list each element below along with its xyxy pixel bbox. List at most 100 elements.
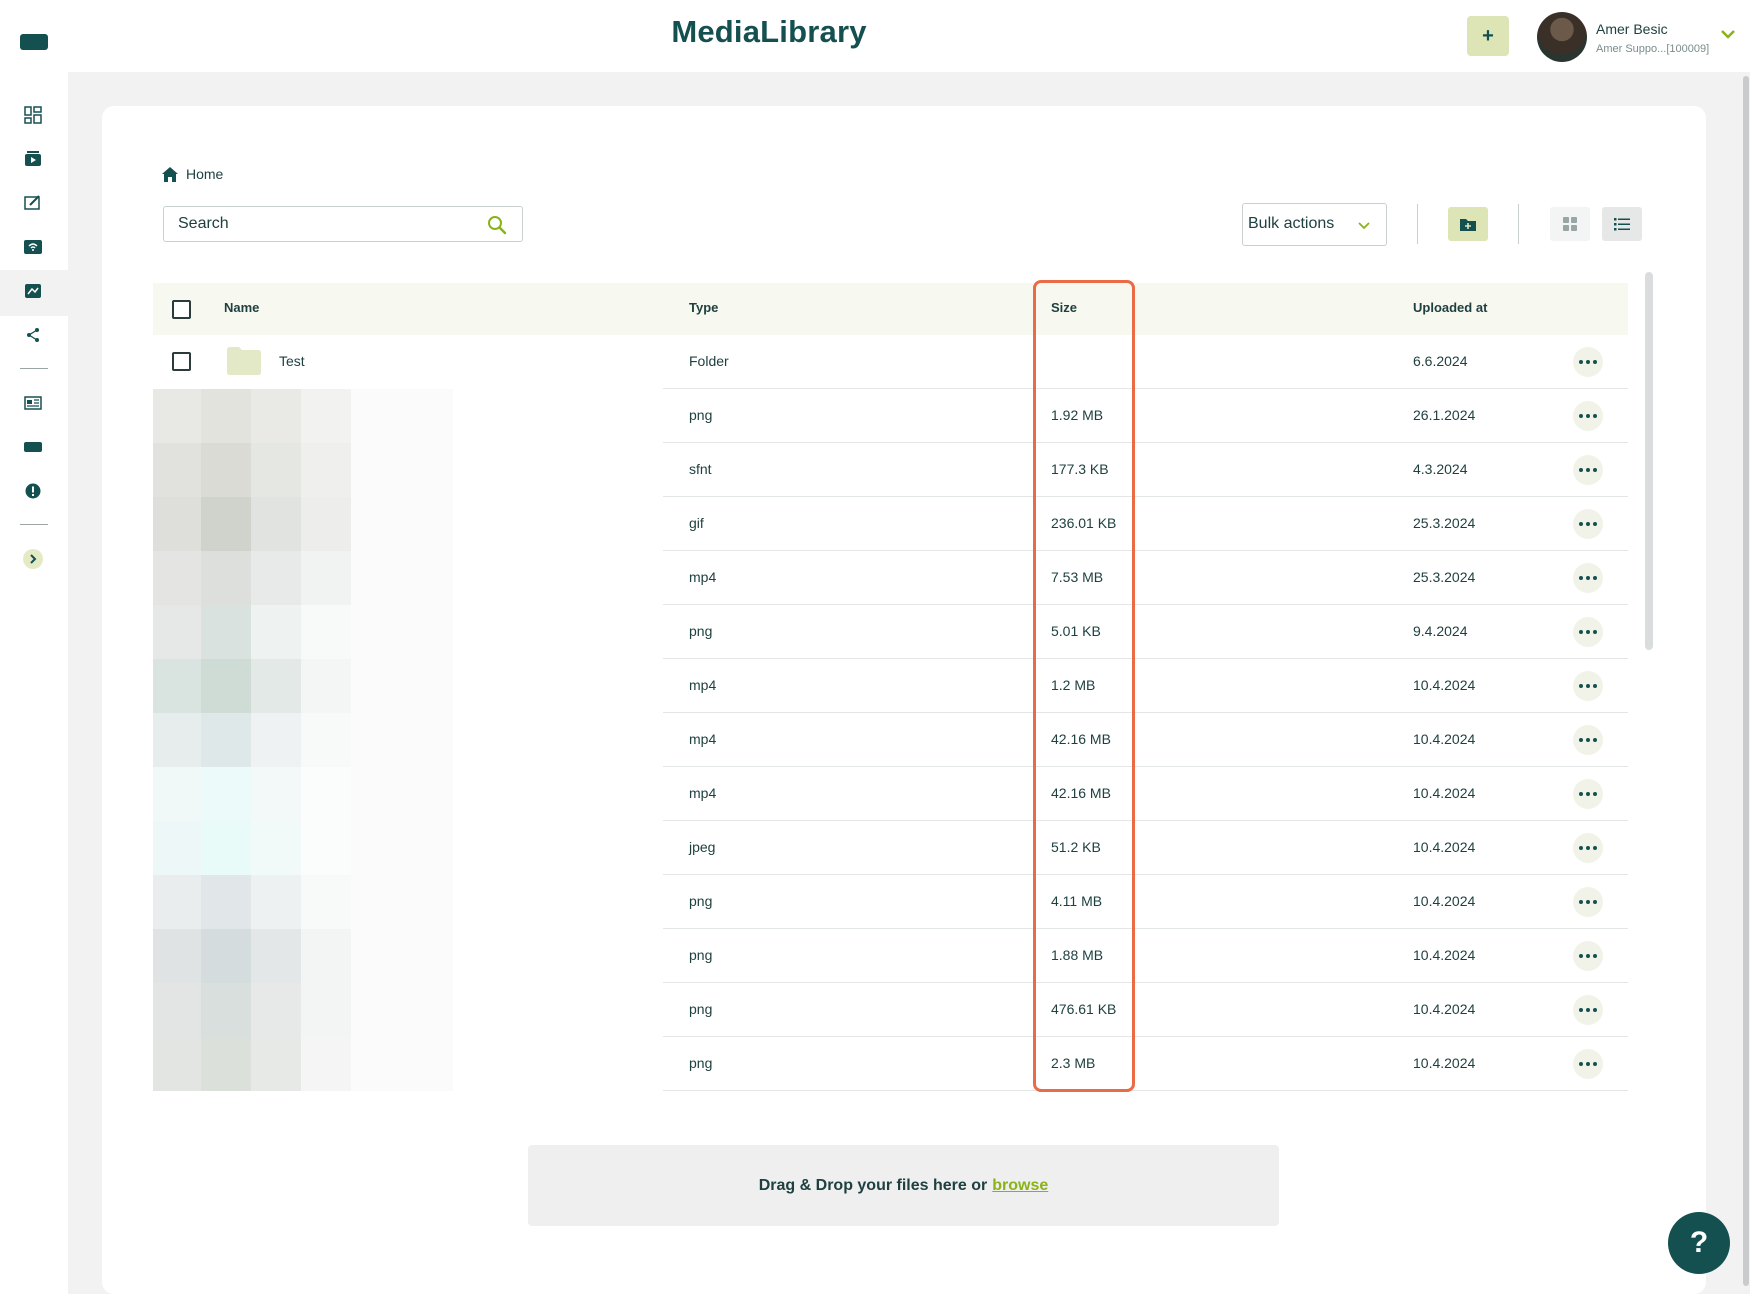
table-row[interactable]: jpeg 51.2 KB 10.4.2024 — [153, 821, 1628, 875]
file-thumbnail[interactable] — [153, 767, 663, 821]
more-options-button[interactable] — [1573, 347, 1603, 377]
more-options-button[interactable] — [1573, 671, 1603, 701]
table-row[interactable]: mp4 42.16 MB 10.4.2024 — [153, 767, 1628, 821]
more-dot-icon — [1586, 684, 1590, 688]
more-dot-icon — [1579, 522, 1583, 526]
alert-icon[interactable] — [20, 480, 46, 502]
search-input[interactable] — [178, 213, 478, 235]
table-row[interactable]: png 4.11 MB 10.4.2024 — [153, 875, 1628, 929]
news-icon[interactable] — [20, 392, 46, 414]
file-uploaded-at: 10.4.2024 — [1413, 677, 1476, 693]
file-thumbnail[interactable] — [153, 1037, 663, 1091]
grid-icon — [1563, 217, 1577, 231]
table-row[interactable]: png 2.3 MB 10.4.2024 — [153, 1037, 1628, 1091]
table-row[interactable]: mp4 7.53 MB 25.3.2024 — [153, 551, 1628, 605]
add-button[interactable]: + — [1467, 16, 1509, 56]
file-thumbnail[interactable] — [153, 983, 663, 1037]
more-dot-icon — [1586, 630, 1590, 634]
file-uploaded-at: 25.3.2024 — [1413, 515, 1476, 531]
file-thumbnail[interactable] — [153, 551, 663, 605]
file-thumbnail[interactable] — [153, 659, 663, 713]
file-name[interactable]: Test — [279, 353, 305, 369]
browse-link[interactable]: browse — [992, 1177, 1048, 1195]
table-row[interactable]: png 1.88 MB 10.4.2024 — [153, 929, 1628, 983]
file-uploaded-at: 10.4.2024 — [1413, 731, 1476, 747]
table-row[interactable]: png 5.01 KB 9.4.2024 — [153, 605, 1628, 659]
more-dot-icon — [1579, 360, 1583, 364]
table-row[interactable]: mp4 42.16 MB 10.4.2024 — [153, 713, 1628, 767]
table-row[interactable]: sfnt 177.3 KB 4.3.2024 — [153, 443, 1628, 497]
column-header-uploaded-at[interactable]: Uploaded at — [1413, 300, 1487, 315]
file-type: Folder — [689, 353, 729, 369]
table-row[interactable]: Test Folder 6.6.2024 — [153, 335, 1628, 389]
file-type: sfnt — [689, 461, 712, 477]
more-options-button[interactable] — [1573, 455, 1603, 485]
table-scrollbar[interactable] — [1645, 272, 1653, 650]
more-options-button[interactable] — [1573, 941, 1603, 971]
user-name[interactable]: Amer Besic — [1596, 21, 1668, 37]
more-dot-icon — [1586, 1008, 1590, 1012]
page-scrollbar[interactable] — [1743, 76, 1749, 1286]
more-dot-icon — [1586, 900, 1590, 904]
select-all-checkbox[interactable] — [172, 300, 191, 319]
file-uploaded-at: 9.4.2024 — [1413, 623, 1468, 639]
search-box[interactable] — [163, 206, 523, 242]
more-options-button[interactable] — [1573, 725, 1603, 755]
broadcast-icon[interactable] — [20, 236, 46, 258]
column-header-name[interactable]: Name — [224, 300, 259, 315]
more-dot-icon — [1593, 468, 1597, 472]
table-row[interactable]: gif 236.01 KB 25.3.2024 — [153, 497, 1628, 551]
media-player-icon[interactable] — [20, 148, 46, 170]
more-options-button[interactable] — [1573, 887, 1603, 917]
more-dot-icon — [1593, 846, 1597, 850]
search-icon[interactable] — [487, 215, 507, 235]
avatar[interactable] — [1537, 12, 1587, 62]
file-thumbnail[interactable] — [153, 821, 663, 875]
expand-icon[interactable] — [20, 548, 46, 570]
grid-view-button[interactable] — [1550, 207, 1590, 241]
media-library-icon[interactable] — [20, 280, 46, 302]
file-thumbnail[interactable] — [153, 497, 663, 551]
breadcrumb-home[interactable]: Home — [186, 166, 223, 182]
breadcrumb[interactable]: Home — [162, 166, 223, 182]
table-header: Name Type Size Uploaded at — [153, 283, 1628, 335]
upload-dropzone[interactable]: Drag & Drop your files here or browse — [528, 1145, 1279, 1226]
list-view-button[interactable] — [1602, 207, 1642, 241]
more-options-button[interactable] — [1573, 833, 1603, 863]
column-header-size[interactable]: Size — [1051, 300, 1077, 315]
more-options-button[interactable] — [1573, 401, 1603, 431]
more-dot-icon — [1593, 900, 1597, 904]
help-button[interactable]: ? — [1668, 1212, 1730, 1274]
more-options-button[interactable] — [1573, 1049, 1603, 1079]
more-options-button[interactable] — [1573, 779, 1603, 809]
file-thumbnail[interactable] — [153, 875, 663, 929]
display-icon[interactable] — [20, 436, 46, 458]
file-thumbnail[interactable] — [153, 443, 663, 497]
file-thumbnail[interactable] — [153, 929, 663, 983]
more-options-button[interactable] — [1573, 617, 1603, 647]
more-dot-icon — [1579, 792, 1583, 796]
column-header-type[interactable]: Type — [689, 300, 718, 315]
edit-screen-icon[interactable] — [20, 192, 46, 214]
file-thumbnail[interactable] — [153, 605, 663, 659]
more-options-button[interactable] — [1573, 995, 1603, 1025]
more-dot-icon — [1586, 360, 1590, 364]
share-icon[interactable] — [20, 324, 46, 346]
table-row[interactable]: mp4 1.2 MB 10.4.2024 — [153, 659, 1628, 713]
more-options-button[interactable] — [1573, 509, 1603, 539]
dashboard-icon[interactable] — [20, 104, 46, 126]
bulk-actions-select[interactable]: Bulk actions — [1242, 203, 1387, 246]
chevron-down-icon[interactable] — [1720, 26, 1736, 42]
more-dot-icon — [1579, 900, 1583, 904]
row-checkbox[interactable] — [172, 352, 191, 371]
file-type: gif — [689, 515, 704, 531]
file-size: 177.3 KB — [1051, 461, 1109, 477]
more-dot-icon — [1593, 576, 1597, 580]
new-folder-button[interactable] — [1448, 207, 1488, 241]
file-thumbnail[interactable] — [153, 389, 663, 443]
more-dot-icon — [1586, 954, 1590, 958]
file-thumbnail[interactable] — [153, 713, 663, 767]
table-row[interactable]: png 476.61 KB 10.4.2024 — [153, 983, 1628, 1037]
table-row[interactable]: png 1.92 MB 26.1.2024 — [153, 389, 1628, 443]
more-options-button[interactable] — [1573, 563, 1603, 593]
